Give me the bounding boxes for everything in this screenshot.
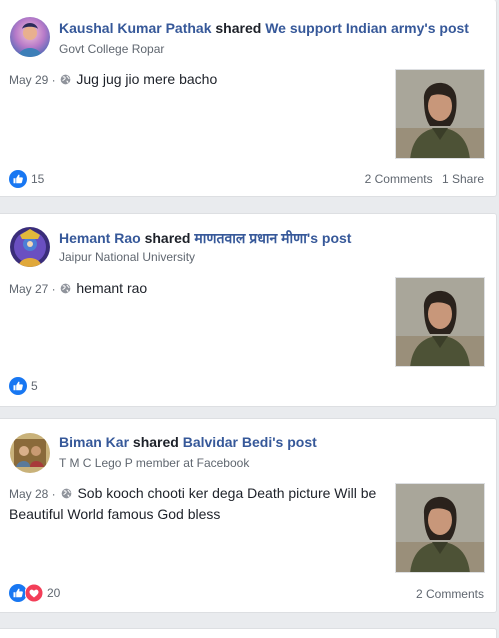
- post-text: hemant rao: [76, 280, 148, 296]
- reaction-icons: [9, 584, 43, 602]
- globe-icon: [60, 74, 71, 85]
- like-reaction-icon: [9, 170, 27, 188]
- reaction-count: 5: [31, 379, 38, 393]
- feed-post: Kaushal Kumar Pathak shared We support I…: [0, 0, 497, 197]
- like-reaction-icon: [9, 377, 27, 395]
- love-reaction-icon: [25, 584, 43, 602]
- post-header: Hemant Rao shared माणतवाल प्रधान मीणा's …: [59, 229, 351, 248]
- globe-icon: [61, 488, 71, 499]
- post-date-link[interactable]: May 28 ·: [9, 487, 56, 501]
- post-date-link[interactable]: May 27 ·: [9, 282, 56, 296]
- reaction-summary[interactable]: 20: [9, 584, 60, 602]
- reaction-summary[interactable]: 5: [9, 377, 38, 395]
- shared-photo-thumbnail[interactable]: [395, 483, 485, 573]
- reaction-summary[interactable]: 15: [9, 170, 44, 188]
- globe-icon: [60, 283, 71, 294]
- feed-post-partial: [0, 628, 497, 638]
- post-header: Kaushal Kumar Pathak shared We support I…: [59, 20, 469, 36]
- post-header: Biman Kar shared Balvidar Bedi's post: [59, 434, 317, 450]
- engagement-links: 2 Comments: [416, 587, 484, 601]
- avatar[interactable]: [10, 17, 50, 57]
- shared-post-link[interactable]: Balvidar Bedi's post: [183, 434, 317, 450]
- actor-subtitle: T M C Lego P member at Facebook: [59, 456, 250, 470]
- comments-link[interactable]: 2 Comments: [365, 172, 433, 186]
- actor-subtitle: Govt College Ropar: [59, 42, 165, 56]
- avatar[interactable]: [10, 227, 50, 267]
- shared-photo-thumbnail[interactable]: [395, 277, 485, 367]
- reaction-count: 20: [47, 586, 61, 600]
- actor-name-link[interactable]: Kaushal Kumar Pathak: [59, 20, 212, 36]
- share-verb: shared: [215, 20, 262, 36]
- shares-link[interactable]: 1 Share: [442, 172, 484, 186]
- post-date-link[interactable]: May 29 ·: [9, 73, 56, 87]
- post-body: May 28 · Sob kooch chooti ker dega Death…: [9, 483, 389, 524]
- shared-post-link[interactable]: We support Indian army's post: [265, 20, 469, 36]
- comments-link[interactable]: 2 Comments: [416, 587, 484, 601]
- actor-subtitle: Jaipur National University: [59, 250, 196, 264]
- actor-name-link[interactable]: Biman Kar: [59, 434, 129, 450]
- news-feed: Kaushal Kumar Pathak shared We support I…: [0, 0, 499, 638]
- share-verb: shared: [144, 230, 191, 246]
- feed-post: Hemant Rao shared माणतवाल प्रधान मीणा's …: [0, 213, 497, 407]
- actor-name-link[interactable]: Hemant Rao: [59, 230, 141, 246]
- share-verb: shared: [132, 434, 179, 450]
- post-meta: May 27 · hemant rao: [9, 280, 147, 296]
- post-meta: May 29 · Jug jug jio mere bacho: [9, 71, 217, 87]
- engagement-links: 2 Comments 1 Share: [365, 172, 484, 186]
- shared-post-link[interactable]: माणतवाल प्रधान मीणा's post: [194, 230, 351, 246]
- post-text: Jug jug jio mere bacho: [76, 71, 218, 87]
- shared-photo-thumbnail[interactable]: [395, 69, 485, 159]
- avatar[interactable]: [10, 433, 50, 473]
- feed-post: Biman Kar shared Balvidar Bedi's post T …: [0, 418, 497, 613]
- reaction-count: 15: [31, 172, 45, 186]
